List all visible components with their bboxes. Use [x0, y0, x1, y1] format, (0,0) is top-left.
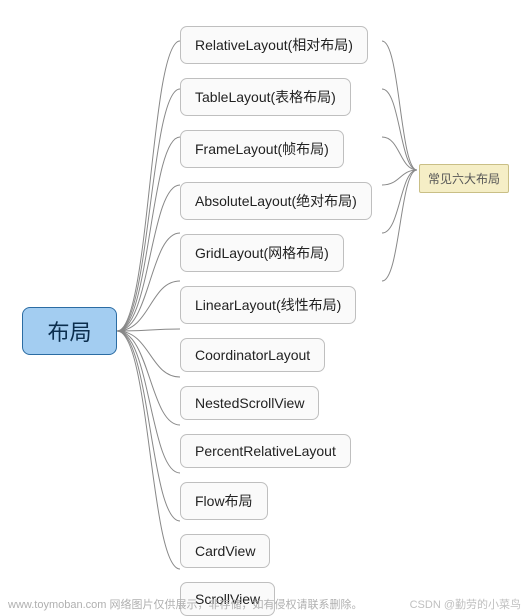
footer-right: CSDN @勤劳的小菜鸟	[410, 596, 521, 612]
group-label[interactable]: 常见六大布局	[419, 164, 509, 193]
child-relativelayout[interactable]: RelativeLayout(相对布局)	[180, 26, 368, 64]
group-label-text: 常见六大布局	[428, 172, 500, 186]
root-label: 布局	[47, 315, 91, 347]
child-absolutelayout[interactable]: AbsoluteLayout(绝对布局)	[180, 182, 372, 220]
footer-left: www.toymoban.com 网络图片仅供展示，非存储，如有侵权请联系删除。	[8, 596, 362, 612]
child-framelayout[interactable]: FrameLayout(帧布局)	[180, 130, 344, 168]
child-linearlayout[interactable]: LinearLayout(线性布局)	[180, 286, 356, 324]
child-list: RelativeLayout(相对布局) TableLayout(表格布局) F…	[180, 26, 372, 616]
child-percentrelativelayout[interactable]: PercentRelativeLayout	[180, 434, 351, 468]
child-nestedscrollview[interactable]: NestedScrollView	[180, 386, 319, 420]
child-gridlayout[interactable]: GridLayout(网格布局)	[180, 234, 344, 272]
footer: www.toymoban.com 网络图片仅供展示，非存储，如有侵权请联系删除。…	[8, 596, 521, 612]
child-tablelayout[interactable]: TableLayout(表格布局)	[180, 78, 351, 116]
root-node[interactable]: 布局	[22, 307, 117, 355]
child-coordinatorlayout[interactable]: CoordinatorLayout	[180, 338, 325, 372]
child-flow[interactable]: Flow布局	[180, 482, 268, 520]
child-cardview[interactable]: CardView	[180, 534, 270, 568]
